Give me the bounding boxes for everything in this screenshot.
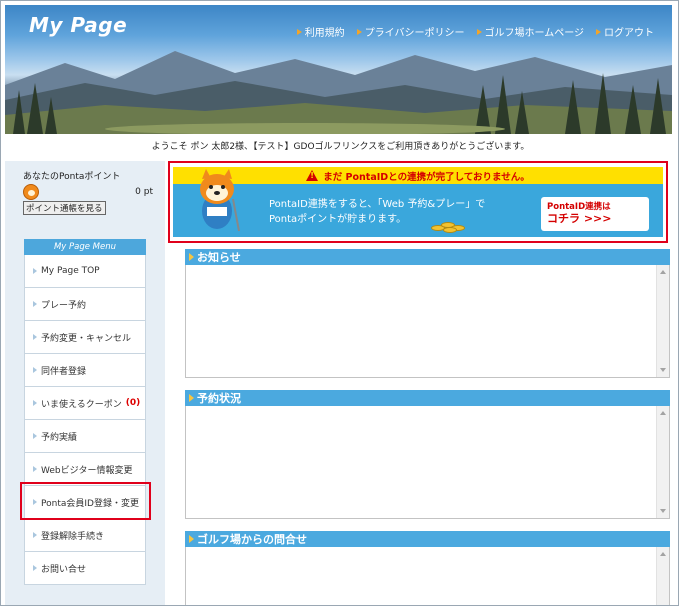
menu-item-label: プレー予約 [41, 300, 87, 311]
menu-item-label: Webビジター情報変更 [41, 465, 133, 476]
scrollbar[interactable] [656, 547, 669, 605]
nav-label: ゴルフ場ホームページ [484, 28, 585, 39]
menu-item-mypage-top[interactable]: My Page TOP [24, 255, 146, 288]
nav-logout-link[interactable]: ログアウト [596, 24, 654, 39]
menu-item-label: 予約変更・キャンセル [41, 333, 132, 344]
panel-title: 予約状況 [197, 392, 241, 405]
menu-item-label: いま使えるクーポン [41, 399, 122, 410]
ponta-link-banner[interactable]: まだ PontaIDとの連携が完了しておりません。 PontaID連携をすると、… [173, 167, 663, 237]
triangle-bullet-icon [189, 535, 194, 543]
ponta-mascot-icon [23, 184, 39, 200]
menu-item-label: 登録解除手続き [41, 531, 105, 542]
triangle-bullet-icon [33, 400, 37, 406]
reservation-status-panel: 予約状況 [185, 390, 670, 519]
ponta-link-cta-button[interactable]: PontaID連携は コチラ >>> [541, 197, 649, 231]
menu-item-contact[interactable]: お問い合せ [24, 552, 146, 585]
menu-item-coupons[interactable]: いま使えるクーポン (0) [24, 387, 146, 420]
menu-item-visitor-info[interactable]: Webビジター情報変更 [24, 453, 146, 486]
view-points-book-button[interactable]: ポイント通帳を見る [23, 201, 106, 215]
scrollbar[interactable] [656, 265, 669, 377]
top-nav: 利用規約 プライバシーポリシー ゴルフ場ホームページ ログアウト [296, 24, 654, 39]
triangle-bullet-icon [189, 253, 194, 261]
triangle-bullet-icon [33, 565, 37, 571]
banner-line-1: PontaID連携をすると、「Web 予約&プレー」で [269, 199, 486, 210]
panel-header: ゴルフ場からの問合せ [185, 531, 670, 547]
triangle-bullet-icon [33, 268, 37, 274]
notices-content [185, 265, 670, 378]
triangle-bullet-icon [476, 28, 482, 35]
triangle-bullet-icon [33, 532, 37, 538]
menu-item-label: 予約実績 [41, 432, 78, 443]
sidebar: あなたのPontaポイント 0 pt ポイント通帳を見る My Page Men… [5, 161, 165, 605]
page-frame: My Page 利用規約 プライバシーポリシー ゴルフ場ホームページ ログアウト… [0, 0, 679, 606]
panel-header: お知らせ [185, 249, 670, 265]
notices-panel: お知らせ [185, 249, 670, 378]
menu-item-companion-registration[interactable]: 同伴者登録 [24, 354, 146, 387]
panel-title: お知らせ [197, 251, 241, 264]
panel-title: ゴルフ場からの問合せ [197, 533, 307, 546]
warning-icon [306, 170, 319, 181]
coupon-count-badge: (0) [125, 398, 141, 408]
ponta-points-title: あなたのPontaポイント [23, 172, 121, 182]
triangle-bullet-icon [296, 28, 302, 35]
panel-header: 予約状況 [185, 390, 670, 406]
nav-label: プライバシーポリシー [364, 28, 465, 39]
golf-inquiries-content [185, 547, 670, 605]
mypage-menu: My Page Menu My Page TOP プレー予約 予約変更・キャンセ… [24, 239, 146, 585]
cta-line-2: コチラ >>> [547, 212, 612, 225]
menu-item-label: Ponta会員ID登録・変更 [41, 498, 139, 509]
triangle-bullet-icon [596, 28, 601, 35]
triangle-bullet-icon [33, 433, 37, 439]
reservation-status-content [185, 406, 670, 519]
menu-item-label: 同伴者登録 [41, 366, 87, 377]
menu-item-ponta-id[interactable]: Ponta会員ID登録・変更 [24, 486, 146, 519]
golf-inquiries-panel: ゴルフ場からの問合せ [185, 531, 670, 605]
menu-item-label: My Page TOP [41, 266, 100, 276]
scroll-up-icon[interactable] [660, 552, 666, 556]
menu-item-label: お問い合せ [41, 564, 87, 575]
ponta-points-value: 0 pt [135, 187, 153, 197]
nav-terms-link[interactable]: 利用規約 [296, 24, 345, 39]
menu-item-play-reservation[interactable]: プレー予約 [24, 288, 146, 321]
menu-item-unregister[interactable]: 登録解除手続き [24, 519, 146, 552]
triangle-bullet-icon [33, 466, 37, 472]
scroll-down-icon[interactable] [660, 509, 666, 513]
triangle-bullet-icon [33, 367, 37, 373]
menu-heading: My Page Menu [24, 239, 146, 255]
nav-label: ログアウト [604, 28, 654, 39]
scrollbar[interactable] [656, 406, 669, 518]
coins-icon [431, 219, 467, 233]
ponta-points-box: あなたのPontaポイント 0 pt ポイント通帳を見る [23, 169, 153, 215]
site-title: My Page [29, 13, 128, 37]
scroll-up-icon[interactable] [660, 270, 666, 274]
menu-item-reservation-history[interactable]: 予約実績 [24, 420, 146, 453]
scroll-down-icon[interactable] [660, 368, 666, 372]
scroll-up-icon[interactable] [660, 411, 666, 415]
header-banner: My Page 利用規約 プライバシーポリシー ゴルフ場ホームページ ログアウト [5, 5, 672, 134]
triangle-bullet-icon [189, 394, 194, 402]
nav-label: 利用規約 [304, 28, 345, 39]
triangle-bullet-icon [33, 301, 37, 307]
nav-golf-home-link[interactable]: ゴルフ場ホームページ [476, 24, 585, 39]
triangle-bullet-icon [33, 499, 37, 505]
menu-item-change-cancel[interactable]: 予約変更・キャンセル [24, 321, 146, 354]
banner-warning-text: まだ PontaIDとの連携が完了しておりません。 [323, 171, 530, 183]
nav-privacy-link[interactable]: プライバシーポリシー [356, 24, 465, 39]
landscape-illustration [5, 51, 672, 134]
banner-warning: まだ PontaIDとの連携が完了しておりません。 [173, 167, 663, 184]
ponta-mascot-icon [200, 169, 240, 232]
triangle-bullet-icon [33, 334, 37, 340]
welcome-message: ようこそ ポン 太郎2様、【テスト】GDOゴルフリンクスをご利用頂きありがとうご… [151, 142, 530, 152]
triangle-bullet-icon [356, 28, 362, 35]
